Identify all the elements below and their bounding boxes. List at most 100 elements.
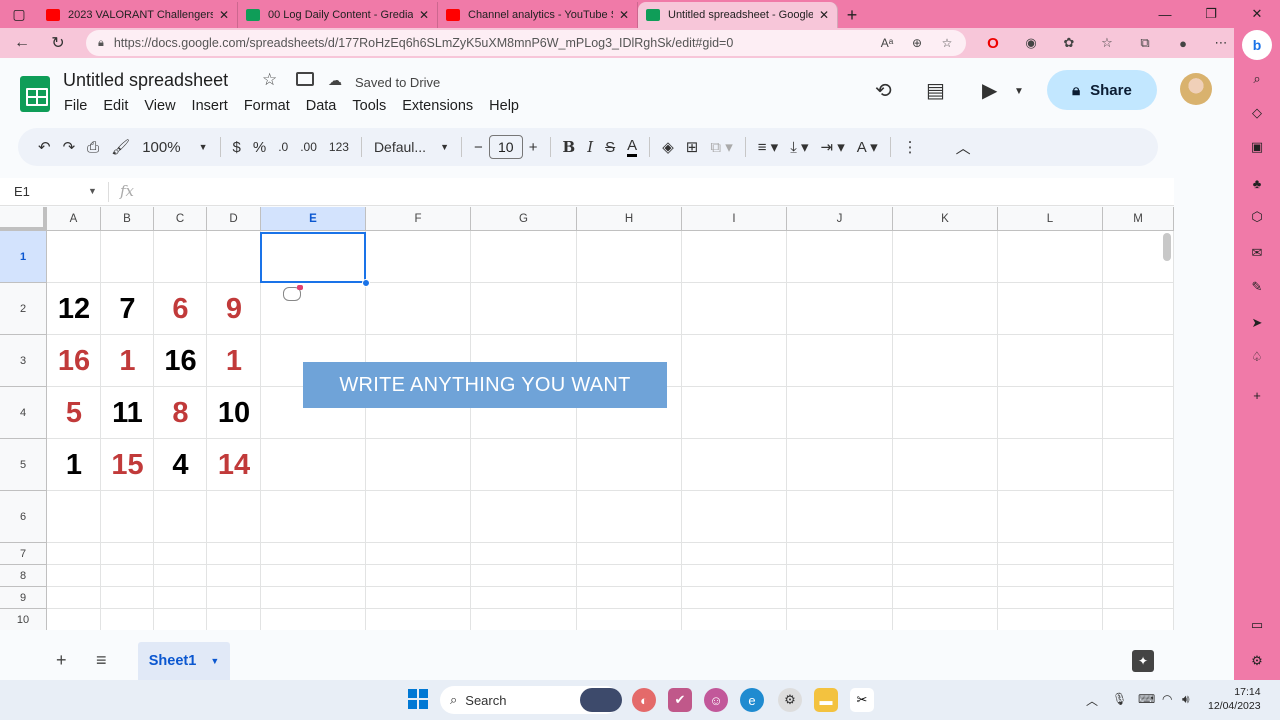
address-bar[interactable]: 🔒︎ https://docs.google.com/spreadsheets/… bbox=[86, 30, 966, 56]
meet-dropdown-icon[interactable]: ▼ bbox=[1014, 86, 1024, 97]
menu-item-data[interactable]: Data bbox=[298, 96, 345, 116]
browser-tab[interactable]: Untitled spreadsheet - Google Sh ✕ bbox=[638, 2, 838, 28]
office-icon[interactable]: ⬡ bbox=[1246, 206, 1268, 228]
opera-extension-icon[interactable]: O bbox=[978, 32, 1008, 54]
row-header-6[interactable]: 6 bbox=[0, 491, 47, 543]
cell-a5[interactable]: 1 bbox=[47, 439, 101, 491]
comments-icon[interactable]: ▤ bbox=[926, 78, 945, 103]
column-header-l[interactable]: L bbox=[998, 207, 1103, 231]
merge-cells-icon[interactable]: ⧉ ▾ bbox=[704, 133, 738, 161]
cell-c4[interactable]: 8 bbox=[154, 387, 207, 439]
text-color-button[interactable]: A bbox=[621, 133, 643, 161]
percent-format-button[interactable]: % bbox=[247, 133, 272, 161]
font-size-increase-icon[interactable]: + bbox=[523, 133, 544, 161]
row-header-8[interactable]: 8 bbox=[0, 565, 47, 587]
column-header-d[interactable]: D bbox=[207, 207, 261, 231]
column-header-e[interactable]: E bbox=[261, 207, 366, 231]
menu-item-view[interactable]: View bbox=[136, 96, 183, 116]
text-wrapping-icon[interactable]: ⇥ ▾ bbox=[815, 133, 851, 161]
avatar[interactable] bbox=[1180, 73, 1212, 105]
chevron-down-icon[interactable]: ▼ bbox=[88, 186, 97, 196]
close-window-icon[interactable]: ✕ bbox=[1234, 0, 1280, 28]
row-header-2[interactable]: 2 bbox=[0, 283, 47, 335]
favorites-icon[interactable]: ☆ bbox=[1092, 32, 1122, 54]
bold-button[interactable]: B bbox=[557, 133, 582, 161]
show-hidden-icons-icon[interactable]: ︿ bbox=[1086, 692, 1098, 709]
more-options-icon[interactable]: ⋮ bbox=[897, 133, 924, 161]
column-header-k[interactable]: K bbox=[893, 207, 998, 231]
app-icon[interactable]: ✔ bbox=[668, 688, 692, 712]
redo-icon[interactable]: ↷ bbox=[57, 133, 82, 161]
font-size-decrease-icon[interactable]: − bbox=[468, 133, 489, 161]
sheets-logo-icon[interactable] bbox=[20, 76, 50, 112]
paint-format-icon[interactable]: 🖌︎ bbox=[105, 133, 136, 161]
refresh-icon[interactable]: ↻ bbox=[40, 28, 76, 58]
row-header-3[interactable]: 3 bbox=[0, 335, 47, 387]
drop-icon[interactable]: ✎ bbox=[1246, 276, 1268, 298]
outlook-icon[interactable]: ✉ bbox=[1246, 242, 1268, 264]
minimize-icon[interactable]: — bbox=[1142, 0, 1188, 28]
close-tab-icon[interactable]: ✕ bbox=[219, 8, 229, 22]
tab-actions-icon[interactable]: ▢ bbox=[0, 0, 38, 28]
name-box[interactable]: E1 bbox=[14, 184, 30, 199]
horizontal-align-icon[interactable]: ≡ ▾ bbox=[752, 133, 784, 161]
share-button[interactable]: 🔒︎ Share bbox=[1047, 70, 1157, 110]
borders-icon[interactable]: ⊞ bbox=[680, 133, 705, 161]
games-icon[interactable]: ♣ bbox=[1246, 172, 1268, 194]
taskbar-clock[interactable]: 17:14 12/04/2023 bbox=[1208, 685, 1261, 713]
all-sheets-icon[interactable]: ≡ bbox=[96, 650, 107, 671]
extensions-icon[interactable]: ✿ bbox=[1054, 32, 1084, 54]
row-header-5[interactable]: 5 bbox=[0, 439, 47, 491]
browser-tab[interactable]: Channel analytics - YouTube Stu ✕ bbox=[438, 2, 638, 28]
row-header-10[interactable]: 10 bbox=[0, 609, 47, 630]
strikethrough-button[interactable]: S bbox=[599, 133, 621, 161]
windows-start-icon[interactable] bbox=[408, 689, 428, 709]
browser-tab[interactable]: 00 Log Daily Content - Gredia - G ✕ bbox=[238, 2, 438, 28]
move-folder-icon[interactable] bbox=[296, 72, 314, 86]
column-header-f[interactable]: F bbox=[366, 207, 471, 231]
menu-item-insert[interactable]: Insert bbox=[184, 96, 236, 116]
cell-b4[interactable]: 11 bbox=[101, 387, 154, 439]
row-header-9[interactable]: 9 bbox=[0, 587, 47, 609]
close-tab-icon[interactable]: ✕ bbox=[819, 8, 829, 22]
select-all-corner[interactable] bbox=[0, 207, 47, 231]
cloud-saved-icon[interactable]: ☁ bbox=[328, 72, 342, 89]
text-rotation-icon[interactable]: A ▾ bbox=[851, 133, 884, 161]
row-header-1[interactable]: 1 bbox=[0, 231, 47, 283]
cell-c3[interactable]: 16 bbox=[154, 335, 207, 387]
close-tab-icon[interactable]: ✕ bbox=[619, 8, 629, 22]
italic-button[interactable]: I bbox=[581, 133, 599, 161]
favorite-add-icon[interactable]: ☆ bbox=[936, 32, 958, 54]
extension-icon[interactable]: ◉ bbox=[1016, 32, 1046, 54]
column-header-m[interactable]: M bbox=[1103, 207, 1174, 231]
shopping-icon[interactable]: ◇ bbox=[1246, 102, 1268, 124]
sheet-tab[interactable]: Sheet1 ▼ bbox=[138, 642, 230, 680]
selected-cell[interactable] bbox=[260, 232, 366, 283]
chat-icon[interactable]: ☺ bbox=[704, 688, 728, 712]
column-header-b[interactable]: B bbox=[101, 207, 154, 231]
print-icon[interactable]: ⎙ bbox=[81, 133, 105, 161]
settings-icon[interactable]: ⚙ bbox=[778, 688, 802, 712]
cell-b2[interactable]: 7 bbox=[101, 283, 154, 335]
more-icon[interactable]: ⋯ bbox=[1206, 32, 1236, 54]
back-icon[interactable]: ← bbox=[4, 28, 40, 58]
bing-chat-icon[interactable]: b bbox=[1242, 30, 1272, 60]
cell-a3[interactable]: 16 bbox=[47, 335, 101, 387]
column-header-a[interactable]: A bbox=[47, 207, 101, 231]
maximize-icon[interactable]: ❐ bbox=[1188, 0, 1234, 28]
search-icon[interactable]: ⌕ bbox=[1246, 68, 1268, 90]
column-header-g[interactable]: G bbox=[471, 207, 577, 231]
menu-item-extensions[interactable]: Extensions bbox=[394, 96, 481, 116]
add-sheet-icon[interactable]: + bbox=[56, 650, 67, 671]
wifi-icon[interactable]: ◠ bbox=[1162, 692, 1172, 706]
collapse-toolbar-icon[interactable]: ︿ bbox=[950, 133, 977, 161]
cell-c5[interactable]: 4 bbox=[154, 439, 207, 491]
meet-icon[interactable]: ▶︎ bbox=[982, 78, 997, 103]
keyboard-icon[interactable]: ⌨ bbox=[1138, 692, 1155, 706]
zoom-icon[interactable]: ⊕ bbox=[906, 32, 928, 54]
profile-icon[interactable]: ● bbox=[1168, 32, 1198, 54]
version-history-icon[interactable]: ⟲ bbox=[875, 78, 892, 103]
cell-d5[interactable]: 14 bbox=[207, 439, 261, 491]
document-title[interactable]: Untitled spreadsheet bbox=[63, 70, 228, 91]
fill-color-icon[interactable]: ◈ bbox=[656, 133, 680, 161]
